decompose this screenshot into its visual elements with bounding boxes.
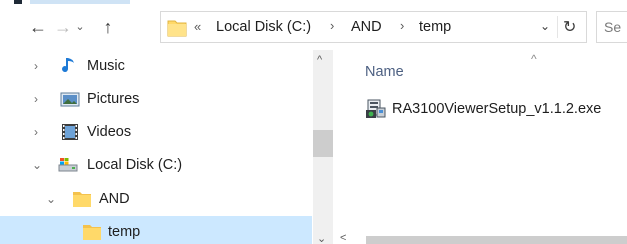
arrow-up-icon: ↑ [103,17,113,37]
arrow-left-icon: ← [29,17,47,37]
expand-chevron-icon[interactable]: › [34,92,38,106]
collapse-chevron-icon[interactable]: ⌄ [46,192,56,206]
breadcrumb-overflow-icon[interactable]: « [194,19,201,34]
horizontal-scrollbar[interactable]: < [336,232,627,244]
navigation-bar: ← → ⌄ ↑ « Local Disk (C:) › AND › temp ⌄… [0,11,627,45]
breadcrumb-separator-icon[interactable]: › [400,18,404,33]
arrow-right-icon: → [54,17,72,37]
search-input[interactable]: Se [596,11,627,43]
pictures-icon [60,92,80,107]
breadcrumb-temp[interactable]: temp [419,19,451,35]
music-note-icon [62,58,74,73]
tree-item-label: Pictures [87,91,140,107]
installer-icon [366,99,386,118]
horizontal-scrollbar-thumb[interactable] [366,236,627,244]
scroll-left-icon[interactable]: < [340,232,346,244]
expand-chevron-icon[interactable]: › [34,125,38,139]
tree-item-temp[interactable]: temp [0,216,312,244]
file-explorer-window: ← → ⌄ ↑ « Local Disk (C:) › AND › temp ⌄… [0,0,627,244]
drive-icon [58,158,78,172]
folder-icon [83,225,101,240]
recent-locations-button[interactable]: ⌄ [72,15,88,39]
toolbar-fragment [14,0,22,4]
search-placeholder: Se [604,19,622,35]
tree-item-pictures[interactable]: › Pictures [0,83,312,116]
address-dropdown-icon[interactable]: ⌄ [540,19,550,33]
breadcrumb-separator-icon[interactable]: › [330,18,334,33]
tree-item-label: temp [108,224,141,240]
toolbar-fragment [30,0,130,4]
address-divider [557,16,558,38]
back-button[interactable]: ← [26,15,50,39]
toolbar-strip [0,0,627,6]
scroll-down-icon[interactable]: ⌄ [317,232,326,244]
tree-item-local-disk[interactable]: ⌄ Local Disk (C:) [0,149,312,182]
nav-pane-scrollbar[interactable]: ^ ⌄ [313,50,333,244]
file-list-pane: ^ Name RA3100ViewerSetup_v1.1.2.exe [335,50,627,244]
up-button[interactable]: ↑ [96,15,120,39]
collapse-chevron-icon[interactable]: ⌄ [32,158,42,172]
navigation-pane: › Music › Pictures › Videos ⌄ Local Disk… [0,50,312,244]
tree-item-videos[interactable]: › Videos [0,116,312,149]
column-header-name[interactable]: Name [365,64,404,80]
tree-item-and[interactable]: ⌄ AND [0,183,312,216]
chevron-down-icon: ⌄ [75,20,85,33]
videos-icon [62,124,78,140]
scrollbar-thumb[interactable] [313,130,333,157]
scroll-up-icon[interactable]: ^ [317,54,322,66]
tree-item-label: AND [99,191,130,207]
folder-icon [167,20,187,37]
breadcrumb-and[interactable]: AND [351,19,382,35]
folder-icon [73,192,91,207]
sort-ascending-icon: ^ [531,52,537,66]
address-bar[interactable]: « Local Disk (C:) › AND › temp ⌄ ↻ [160,11,587,43]
tree-item-label: Music [87,58,125,74]
breadcrumb-local-disk[interactable]: Local Disk (C:) [216,19,311,35]
expand-chevron-icon[interactable]: › [34,59,38,73]
file-row[interactable]: RA3100ViewerSetup_v1.1.2.exe [365,98,627,122]
refresh-icon[interactable]: ↻ [563,17,576,37]
tree-item-label: Videos [87,124,132,140]
tree-item-label: Local Disk (C:) [87,157,183,173]
tree-item-music[interactable]: › Music [0,50,312,83]
file-name: RA3100ViewerSetup_v1.1.2.exe [392,101,602,117]
